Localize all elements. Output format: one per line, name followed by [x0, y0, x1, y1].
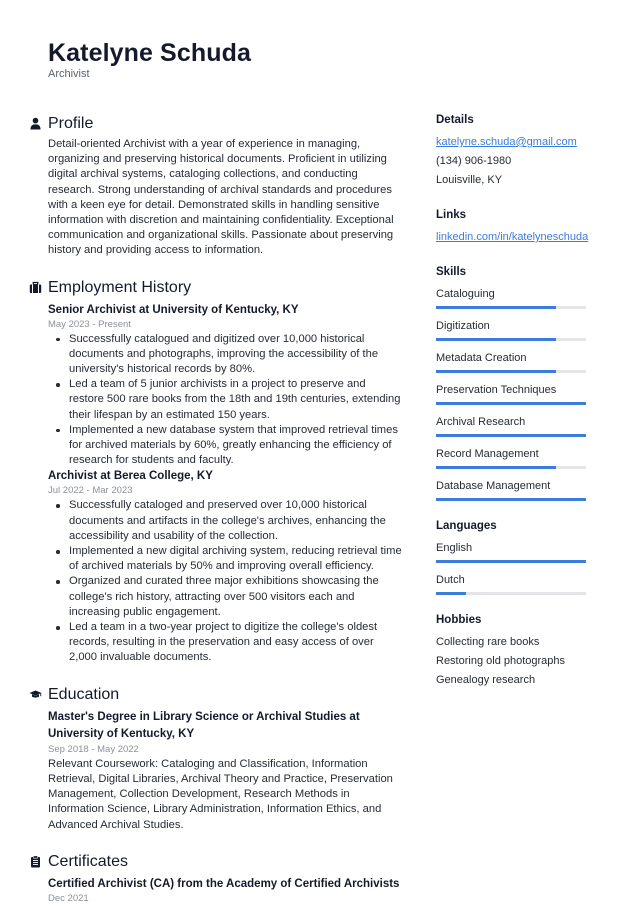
- job-bullet: Implemented a new digital archiving syst…: [56, 544, 402, 574]
- candidate-title: Archivist: [48, 68, 90, 80]
- skill-item: Archival Research: [436, 413, 606, 437]
- graduation-cap-icon: [29, 688, 42, 701]
- education-heading: Education: [48, 685, 120, 703]
- email-link[interactable]: katelyne.schuda@gmail.com: [436, 133, 606, 152]
- job-entry: Senior Archivist at University of Kentuc…: [48, 302, 402, 469]
- job-bullet: Successfully cataloged and preserved ove…: [56, 498, 402, 544]
- job-entry: Archivist at Berea College, KY Jul 2022 …: [48, 468, 402, 665]
- profile-heading: Profile: [48, 115, 94, 132]
- resume-header: Katelyne Schuda Archivist: [48, 38, 251, 81]
- skill-item: Database Management: [436, 477, 606, 501]
- job-bullet: Implemented a new database system that i…: [56, 423, 402, 469]
- skill-item-level-fill: [436, 498, 586, 501]
- skill-item-label: Preservation Techniques: [436, 384, 557, 396]
- certificate-entry: Certified Archivist (CA) from the Academ…: [48, 876, 402, 905]
- skill-item: Preservation Techniques: [436, 381, 606, 405]
- skills-heading: Skills: [436, 266, 467, 278]
- phone-number: (134) 906-1980: [436, 155, 512, 167]
- education-dates: Sep 2018 - May 2022: [48, 743, 139, 755]
- skill-item-level-fill: [436, 306, 556, 309]
- job-bullet: Organized and curated three major exhibi…: [56, 574, 402, 620]
- skill-item: Metadata Creation: [436, 349, 606, 373]
- job-bullets: Successfully catalogued and digitized ov…: [56, 332, 402, 469]
- skill-item-level-track: [436, 306, 586, 309]
- person-icon: [29, 117, 42, 130]
- sidebar: Details katelyne.schuda@gmail.com (134) …: [436, 112, 606, 707]
- skill-item-level-track: [436, 338, 586, 341]
- language-item: English: [436, 539, 606, 563]
- skill-item-label: Digitization: [436, 320, 490, 332]
- briefcase-icon: [29, 281, 42, 294]
- skill-item-level-fill: [436, 402, 586, 405]
- skill-item-level-fill: [436, 370, 556, 373]
- links-section: Links linkedin.com/in/katelyneschuda: [436, 207, 606, 247]
- job-bullet: Led a team in a two-year project to digi…: [56, 620, 402, 666]
- hobby-item: Restoring old photographs: [436, 655, 566, 667]
- hobby-item: Genealogy research: [436, 674, 536, 686]
- skill-item-level-track: [436, 402, 586, 405]
- certificates-section: Certificates Certified Archivist (CA) fr…: [31, 851, 402, 905]
- languages-section: Languages English Dutch: [436, 518, 606, 595]
- job-dates: Jul 2022 - Mar 2023: [48, 485, 133, 497]
- details-heading: Details: [436, 114, 474, 126]
- skill-item-level-track: [436, 498, 586, 501]
- languages-heading: Languages: [436, 520, 497, 532]
- details-section: Details katelyne.schuda@gmail.com (134) …: [436, 112, 606, 190]
- links-heading: Links: [436, 209, 467, 221]
- skill-item-level-fill: [436, 434, 586, 437]
- hobbies-section: Hobbies Collecting rare books Restoring …: [436, 612, 606, 690]
- employment-heading: Employment History: [48, 278, 192, 296]
- skill-item: Cataloguing: [436, 285, 606, 309]
- skill-item-label: Database Management: [436, 480, 551, 492]
- skill-item-level-fill: [436, 466, 556, 469]
- certificate-title: Certified Archivist (CA) from the Academ…: [48, 877, 400, 890]
- profile-text: Detail-oriented Archivist with a year of…: [48, 138, 394, 257]
- linkedin-link[interactable]: linkedin.com/in/katelyneschuda: [436, 228, 606, 247]
- language-item-level-fill: [436, 592, 466, 595]
- skill-item-level-track: [436, 370, 586, 373]
- skill-item-label: Cataloguing: [436, 288, 495, 300]
- skill-item-level-fill: [436, 338, 556, 341]
- job-bullet: Led a team of 5 junior archivists in a p…: [56, 377, 402, 423]
- skill-item-label: Record Management: [436, 448, 539, 460]
- language-item-label: English: [436, 542, 473, 554]
- skill-item-level-track: [436, 434, 586, 437]
- education-entry: Master's Degree in Library Science or Ar…: [48, 709, 402, 833]
- employment-section: Employment History Senior Archivist at U…: [29, 277, 402, 666]
- language-item-label: Dutch: [436, 574, 465, 586]
- clipboard-icon: [29, 855, 42, 868]
- job-bullets: Successfully cataloged and preserved ove…: [56, 498, 402, 666]
- candidate-name: Katelyne Schuda: [48, 39, 251, 67]
- hobby-item: Collecting rare books: [436, 636, 540, 648]
- language-item-level-fill: [436, 560, 586, 563]
- job-dates: May 2023 - Present: [48, 318, 131, 330]
- certificates-heading: Certificates: [48, 852, 129, 870]
- education-description: Relevant Coursework: Cataloging and Clas…: [48, 757, 393, 831]
- main-column: Profile Detail-oriented Archivist with a…: [29, 113, 402, 905]
- job-bullet: Successfully catalogued and digitized ov…: [56, 332, 402, 378]
- skill-item: Record Management: [436, 445, 606, 469]
- skill-item-level-track: [436, 466, 586, 469]
- job-title: Archivist at Berea College, KY: [48, 470, 213, 483]
- profile-section: Profile Detail-oriented Archivist with a…: [30, 113, 402, 259]
- skill-item-label: Archival Research: [436, 416, 526, 428]
- skill-item: Digitization: [436, 317, 606, 341]
- skills-section: Skills Cataloguing Digitization Metadata C…: [436, 264, 606, 501]
- job-title: Senior Archivist at University of Kentuc…: [48, 303, 299, 316]
- skill-item-label: Metadata Creation: [436, 352, 527, 364]
- education-section: Education Master's Degree in Library Sci…: [29, 684, 402, 833]
- degree-title: Master's Degree in Library Science or Ar…: [48, 710, 360, 740]
- certificate-date: Dec 2021: [48, 892, 89, 904]
- language-item-level-track: [436, 560, 586, 563]
- language-item: Dutch: [436, 571, 606, 595]
- language-item-level-track: [436, 592, 586, 595]
- hobbies-heading: Hobbies: [436, 614, 482, 626]
- location: Louisville, KY: [436, 174, 503, 186]
